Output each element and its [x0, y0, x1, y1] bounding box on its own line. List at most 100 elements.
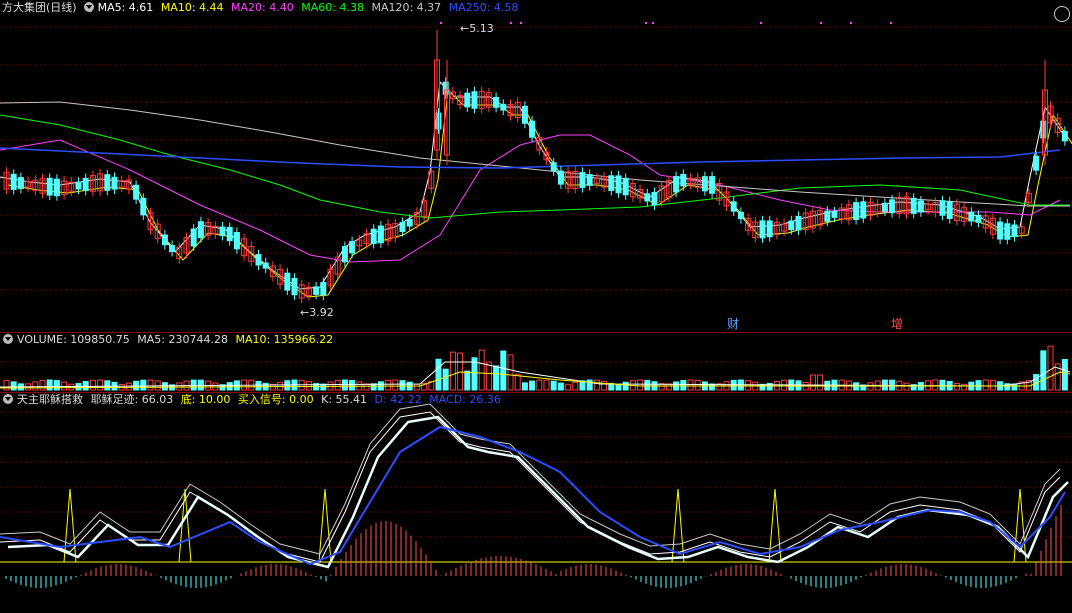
volume-bar — [399, 380, 406, 391]
candle-body — [557, 170, 564, 185]
volume-bar — [543, 379, 550, 391]
dropdown-icon[interactable] — [83, 2, 94, 12]
indicator-track: 耶稣足迹: 66.03 — [90, 393, 174, 406]
candle-body — [464, 92, 471, 108]
candle-body — [701, 176, 708, 192]
price-chart-canvas[interactable] — [0, 0, 1072, 332]
volume-bar — [961, 383, 968, 391]
volume-bar — [809, 374, 816, 391]
volume-bar — [97, 379, 104, 391]
indicator-macd: MACD: 26.36 — [429, 393, 501, 406]
candle-body — [622, 177, 629, 196]
candle-body — [406, 218, 413, 227]
increase-event-marker[interactable]: 增 — [891, 315, 903, 332]
volume-bar — [226, 382, 233, 391]
candle-body — [341, 246, 348, 263]
signal-dot — [652, 22, 654, 24]
candle-body — [521, 105, 528, 124]
candle-body — [788, 220, 795, 231]
finance-event-marker[interactable]: 财 — [727, 315, 739, 332]
candle-body — [759, 220, 766, 239]
volume-bar — [1040, 350, 1047, 391]
signal-dot — [510, 22, 512, 24]
candle-body — [730, 201, 737, 212]
volume-bar — [104, 380, 111, 391]
dropdown-icon[interactable] — [3, 334, 13, 344]
candle-body — [1011, 224, 1018, 238]
signal-dot — [645, 22, 647, 24]
signal-dot — [850, 22, 852, 24]
candle-body — [673, 176, 680, 193]
candle-body — [939, 200, 946, 216]
candle-body — [766, 220, 773, 238]
volume-bar — [277, 381, 284, 391]
volume-bar — [536, 379, 543, 391]
candle-body — [824, 210, 831, 222]
candle-body — [651, 191, 658, 206]
macd-dif-line — [0, 425, 1066, 566]
volume-bar — [817, 374, 824, 391]
price-legend: 方大集团(日线) MA5: 4.61 MA10: 4.44 MA20: 4.40 … — [0, 0, 522, 16]
candle-body — [349, 241, 356, 254]
candle-body — [17, 177, 24, 190]
volume-bar — [550, 380, 557, 391]
volume-bar — [665, 383, 672, 391]
volume-bar — [565, 384, 572, 391]
volume-bar — [622, 381, 629, 391]
candle-body — [313, 286, 320, 295]
candle-body — [1061, 130, 1068, 142]
candle-body — [493, 96, 500, 108]
candle-body — [377, 225, 384, 244]
candle-body — [550, 162, 557, 172]
dropdown-icon[interactable] — [3, 394, 13, 404]
volume-bar — [39, 379, 46, 391]
candle-body — [1033, 155, 1040, 171]
volume-bar — [500, 350, 507, 391]
zoom-toggle-icon[interactable] — [1054, 6, 1070, 22]
indicator-pane[interactable]: 天主耶稣搭救 耶稣足迹: 66.03 底: 10.00 买入信号: 0.00 K… — [0, 392, 1072, 613]
volume-pane[interactable]: VOLUME: 109850.75 MA5: 230744.28 MA10: 1… — [0, 332, 1072, 392]
ma10-line — [7, 88, 1072, 298]
candle-body — [284, 272, 291, 291]
candle-body — [975, 214, 982, 223]
volume-bar — [464, 370, 471, 391]
volume-ma10: MA10: 135966.22 — [235, 333, 334, 346]
candle-body — [860, 201, 867, 219]
ma250-line — [0, 147, 1061, 169]
candle-body — [233, 231, 240, 250]
candle-body — [370, 228, 377, 244]
candle-body — [169, 245, 176, 252]
indicator-bottom: 底: 10.00 — [180, 393, 231, 406]
volume-ma5: MA5: 230744.28 — [137, 333, 228, 346]
volume-bar — [637, 379, 644, 391]
candle-body — [226, 226, 233, 242]
high-price-label: ←5.13 — [460, 22, 494, 35]
volume-bar — [1011, 383, 1018, 391]
volume-legend: VOLUME: 109850.75 MA5: 230744.28 MA10: 1… — [0, 332, 337, 348]
price-chart-pane[interactable]: 方大集团(日线) MA5: 4.61 MA10: 4.44 MA20: 4.40 … — [0, 0, 1072, 332]
candle-body — [82, 177, 89, 192]
volume-bar — [385, 379, 392, 391]
candle-body — [133, 184, 140, 200]
candle-body — [190, 228, 197, 247]
ma10-value: MA10: 4.44 — [160, 1, 224, 14]
candle-body — [795, 215, 802, 231]
ma5-value: MA5: 4.61 — [97, 1, 154, 14]
low-price-value: 3.92 — [309, 306, 334, 319]
candle-body — [644, 193, 651, 202]
candle-body — [997, 221, 1004, 240]
volume-bar — [255, 380, 262, 391]
volume-bar — [557, 382, 564, 391]
candle-body — [946, 201, 953, 220]
volume-bar — [586, 379, 593, 391]
candle-body — [262, 262, 269, 269]
ma60-value: MA60: 4.38 — [301, 1, 364, 14]
volume-bar — [730, 379, 737, 391]
volume-bar — [514, 373, 521, 391]
volume-bar — [147, 379, 154, 391]
volume-bar — [745, 380, 752, 391]
volume-bar — [989, 379, 996, 391]
candle-body — [219, 226, 226, 236]
volume-bar — [694, 380, 701, 391]
indicator-canvas[interactable] — [0, 392, 1072, 613]
